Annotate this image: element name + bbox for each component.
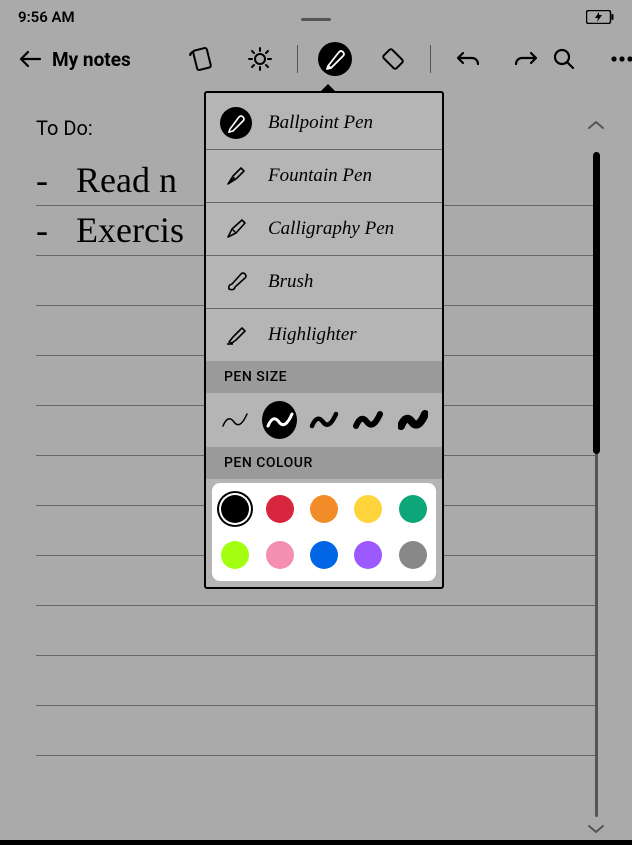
calligraphy-pen-icon [220,213,252,245]
fountain-pen-icon [220,160,252,192]
brush-icon [220,266,252,298]
scroll-up-button[interactable] [586,116,606,135]
color-swatch[interactable] [399,541,427,569]
eraser-button[interactable] [376,42,410,76]
color-swatch[interactable] [221,495,249,523]
undo-button[interactable] [451,42,485,76]
color-swatch[interactable] [354,495,382,523]
toolbar: My notes [0,30,632,86]
brightness-button[interactable] [243,42,277,76]
pen-tool-button[interactable] [318,42,352,76]
note-item: - Exercis [36,209,184,251]
color-swatch[interactable] [310,495,338,523]
pen-color-header: PEN COLOUR [206,447,442,479]
pen-size-1[interactable] [218,401,252,439]
bullet-dash: - [36,159,48,201]
more-options-button[interactable] [605,42,632,76]
pen-option-brush[interactable]: Brush [206,256,442,309]
pen-size-5[interactable] [396,401,430,439]
toolbar-center [185,42,543,76]
color-swatch[interactable] [266,541,294,569]
back-arrow-icon [18,49,42,69]
pen-size-2[interactable] [262,401,296,439]
pen-option-label: Brush [268,271,313,293]
color-swatch[interactable] [354,541,382,569]
pen-size-row [206,393,442,447]
note-item-text: Read n [76,159,177,201]
note-item-text: Exercis [76,209,184,251]
pen-option-label: Calligraphy Pen [268,218,394,240]
toolbar-right [547,42,632,76]
pen-option-calligraphy[interactable]: Calligraphy Pen [206,203,442,256]
scroll-down-button[interactable] [586,820,606,839]
color-grid [220,495,428,569]
pen-size-3[interactable] [307,401,341,439]
pen-option-label: Ballpoint Pen [268,112,373,134]
back-button[interactable]: My notes [18,48,131,71]
pen-option-fountain[interactable]: Fountain Pen [206,150,442,203]
popup-arrow-icon [319,84,337,93]
scrollbar-thumb[interactable] [593,152,600,454]
color-swatch[interactable] [399,495,427,523]
color-swatch[interactable] [221,541,249,569]
pen-option-highlighter[interactable]: Highlighter [206,309,442,361]
status-time: 9:56 AM [18,8,75,26]
toolbar-divider [297,45,298,73]
drag-handle[interactable] [301,18,331,21]
color-swatch[interactable] [310,541,338,569]
color-swatch[interactable] [266,495,294,523]
pen-option-label: Highlighter [268,324,357,346]
color-panel [212,483,436,581]
search-button[interactable] [547,42,581,76]
ballpoint-pen-icon [220,107,252,139]
pen-settings-popup: Ballpoint Pen Fountain Pen Calligraphy P… [204,91,444,589]
toolbar-divider [430,45,431,73]
pen-size-header: PEN SIZE [206,361,442,393]
pen-option-label: Fountain Pen [268,165,372,187]
bottom-edge [0,840,632,845]
battery-charging-icon [586,10,614,24]
pen-option-ballpoint[interactable]: Ballpoint Pen [206,97,442,150]
page-title: My notes [52,48,131,71]
bullet-dash: - [36,209,48,251]
pen-size-4[interactable] [351,401,385,439]
redo-button[interactable] [509,42,543,76]
status-bar: 9:56 AM [0,0,632,30]
highlighter-icon [220,319,252,351]
note-item: - Read n [36,159,177,201]
pen-type-list: Ballpoint Pen Fountain Pen Calligraphy P… [206,93,442,361]
rotate-button[interactable] [185,42,219,76]
